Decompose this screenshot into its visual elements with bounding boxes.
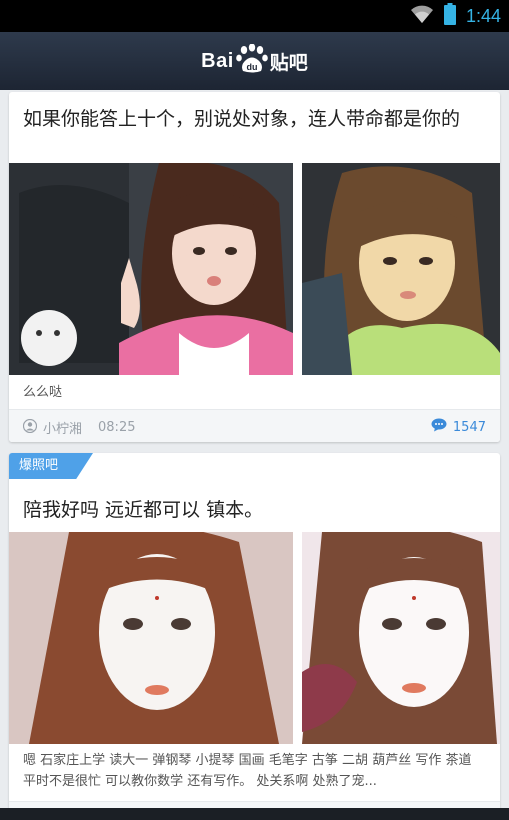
post-photos xyxy=(9,163,500,375)
comment-count-value: 1547 xyxy=(452,419,486,435)
post-photo[interactable] xyxy=(302,532,500,744)
status-indicators: 1:44 xyxy=(410,3,501,29)
post-photo[interactable] xyxy=(9,532,293,744)
bottom-nav-bar[interactable] xyxy=(0,808,509,820)
post-excerpt: 嗯 石家庄上学 读大一 弹钢琴 小提琴 国画 毛笔字 古筝 二胡 葫芦丝 写作 … xyxy=(23,753,472,789)
battery-icon xyxy=(443,3,456,29)
logo-text-right: 贴吧 xyxy=(269,52,308,74)
paw-icon: du xyxy=(235,43,269,79)
post-card[interactable]: 爆照吧 陪我好吗 远近都可以 镇本。 嗯 石家庄上学 读大一 弹钢琴 小提琴 国… xyxy=(9,453,500,820)
post-card[interactable]: 如果你能答上十个，别说处对象，连人带命都是你的 么么哒 小柠湘 08:25 15… xyxy=(9,92,500,442)
wifi-icon xyxy=(410,4,434,28)
status-bar: 1:44 xyxy=(0,0,509,32)
author-name: 小柠湘 xyxy=(43,422,83,437)
post-title: 陪我好吗 远近都可以 镇本。 xyxy=(23,499,264,521)
post-photos xyxy=(9,532,500,744)
post-photo[interactable] xyxy=(302,163,500,375)
post-meta-bar: 小柠湘 08:25 1547 xyxy=(9,409,500,442)
app-bar: Bai du 贴吧 xyxy=(0,32,509,90)
post-title: 如果你能答上十个，别说处对象，连人带命都是你的 xyxy=(23,108,461,130)
post-author[interactable]: 小柠湘 08:25 xyxy=(22,418,136,437)
svg-text:du: du xyxy=(246,62,257,72)
comment-count[interactable]: 1547 xyxy=(431,418,486,436)
status-time: 1:44 xyxy=(465,5,501,26)
logo-text-left: Bai xyxy=(201,49,234,72)
post-photo[interactable] xyxy=(9,163,293,375)
post-time: 08:25 xyxy=(98,420,136,435)
post-excerpt: 么么哒 xyxy=(23,385,63,400)
forum-tag[interactable]: 爆照吧 xyxy=(9,453,93,479)
post-feed[interactable]: 如果你能答上十个，别说处对象，连人带命都是你的 么么哒 小柠湘 08:25 15… xyxy=(0,90,509,820)
baidu-tieba-logo: Bai du 贴吧 xyxy=(201,43,308,79)
comment-bubble-icon xyxy=(431,418,447,436)
user-icon xyxy=(22,418,38,437)
